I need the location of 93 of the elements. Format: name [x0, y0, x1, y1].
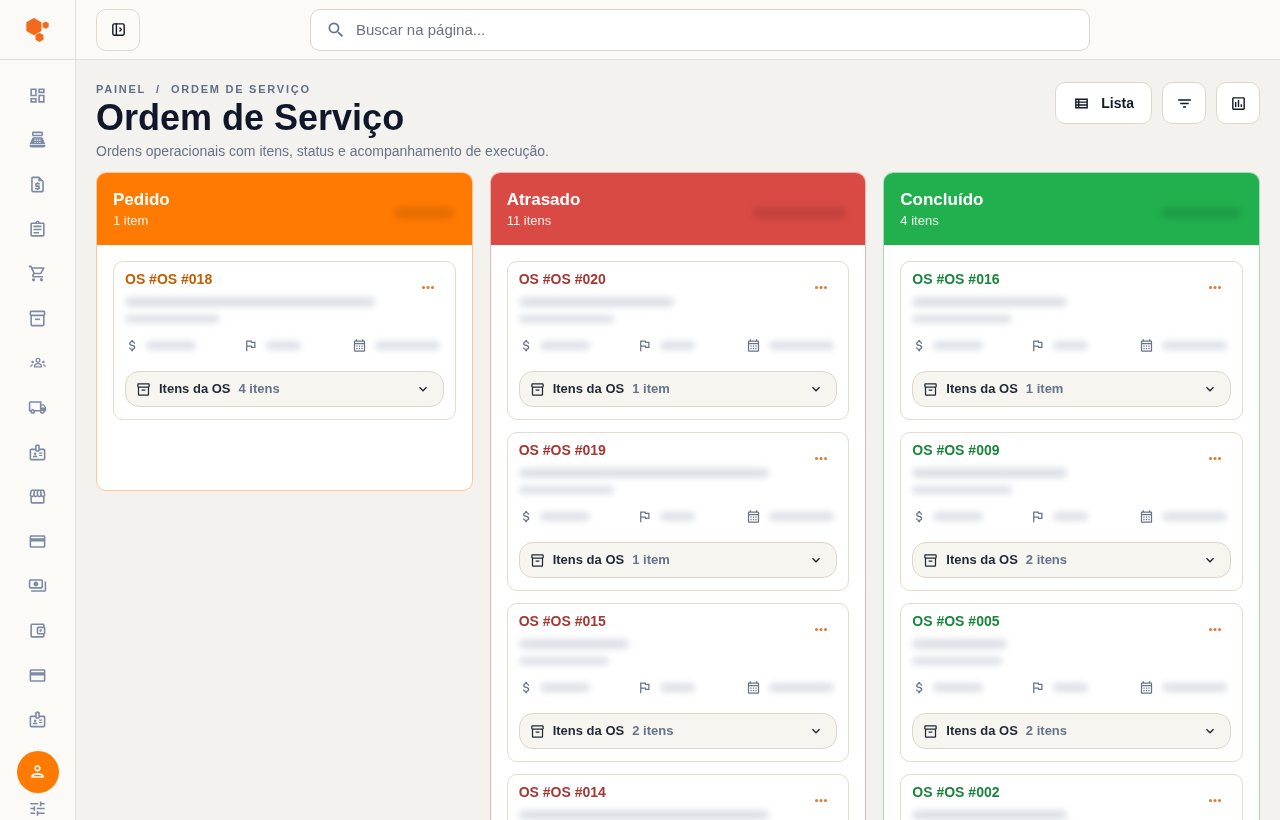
- blurred-text: [266, 340, 301, 350]
- order-number: OS #OS #019: [518, 441, 606, 460]
- order-number: OS #OS #015: [518, 612, 606, 631]
- more-icon: [815, 798, 828, 802]
- hexagon-logo-icon: [26, 17, 49, 42]
- bar-chart-icon: [1229, 94, 1247, 112]
- page-subtitle: Ordens operacionais com itens, status e acompanhamento de execução.: [96, 142, 549, 161]
- breadcrumb-link[interactable]: PAINEL: [96, 82, 147, 96]
- chart-button[interactable]: [1216, 82, 1260, 124]
- blurred-text: [659, 682, 695, 692]
- calendar-icon: [745, 337, 761, 353]
- more-icon: [815, 456, 828, 460]
- blurred-text: [659, 340, 695, 350]
- more-icon: [421, 285, 434, 289]
- dollar-document-icon: [28, 175, 47, 194]
- blurred-text: [375, 340, 440, 350]
- cash-register-icon: [28, 130, 47, 150]
- order-items-toggle[interactable]: Itens da OS 2 itens: [518, 713, 838, 749]
- dashboard-icon: [28, 85, 47, 105]
- search-field[interactable]: Buscar na página...: [310, 8, 1090, 51]
- order-number: OS #OS #005: [912, 612, 1000, 631]
- id-badge-icon: [28, 442, 47, 462]
- blurred-text: [146, 340, 196, 350]
- calendar-icon: [1139, 337, 1155, 353]
- archive-box-icon: [923, 723, 939, 739]
- calendar-icon: [1139, 508, 1155, 524]
- more-icon: [1209, 627, 1221, 631]
- blurred-text: [1162, 340, 1228, 350]
- column-count: 4 itens: [900, 211, 940, 230]
- blurred-text: [539, 511, 590, 521]
- id-badge-icon: [28, 710, 47, 730]
- calendar-icon: [745, 679, 761, 695]
- more-icon: [815, 627, 828, 631]
- archive-box-icon: [529, 381, 545, 397]
- calendar-icon: [745, 508, 761, 524]
- more-icon: [815, 285, 828, 289]
- order-items-toggle[interactable]: Itens da OS 4 itens: [125, 371, 444, 407]
- blurred-text: [933, 682, 984, 692]
- order-number: OS #OS #018: [125, 270, 213, 289]
- page-title: Ordem de Serviço: [96, 98, 406, 138]
- blurred-text: [768, 340, 834, 350]
- order-items-toggle[interactable]: Itens da OS 1 item: [912, 371, 1231, 407]
- blurred-text: [1053, 511, 1089, 521]
- storefront-icon: [28, 487, 47, 507]
- breadcrumb-link[interactable]: ORDEM DE SERVIÇO: [170, 82, 311, 96]
- sidebar-toggle-button[interactable]: [96, 8, 140, 51]
- wallet-icon: [28, 620, 47, 640]
- blurred-text: [1162, 682, 1228, 692]
- people-group-icon: [29, 357, 46, 369]
- archive-box-icon: [923, 552, 939, 568]
- sidebar-item[interactable]: [16, 750, 59, 793]
- archive-box-icon: [529, 552, 545, 568]
- archive-box-icon: [529, 723, 545, 739]
- order-number: OS #OS #014: [518, 783, 606, 802]
- more-icon: [1209, 456, 1221, 460]
- calendar-icon: [352, 337, 367, 353]
- blurred-text: [1053, 682, 1089, 692]
- blurred-text: [768, 682, 834, 692]
- order-number: OS #OS #009: [912, 441, 1000, 460]
- blurred-text: [768, 511, 834, 521]
- column-count: 11 itens: [506, 211, 553, 230]
- column-count: 1 item: [113, 211, 150, 230]
- order-items-toggle[interactable]: Itens da OS 1 item: [518, 371, 838, 407]
- column-title: Atrasado: [506, 188, 581, 211]
- blurred-text: [539, 340, 590, 350]
- order-number: OS #OS #016: [912, 270, 1000, 289]
- blurred-text: [1053, 340, 1089, 350]
- more-icon: [1209, 285, 1221, 289]
- archive-box-icon: [136, 381, 151, 397]
- column-title: Concluído: [900, 188, 984, 211]
- order-number: OS #OS #002: [912, 783, 1000, 802]
- calendar-icon: [1139, 679, 1155, 695]
- breadcrumb-separator: /: [156, 82, 161, 96]
- archive-box-icon: [28, 308, 47, 328]
- blurred-text: [539, 682, 590, 692]
- order-items-toggle[interactable]: Itens da OS 2 itens: [912, 713, 1231, 749]
- more-icon: [1209, 798, 1221, 802]
- order-number: OS #OS #020: [518, 270, 606, 289]
- blurred-text: [1162, 511, 1228, 521]
- archive-box-icon: [923, 381, 939, 397]
- blurred-text: [393, 207, 454, 219]
- cart-icon: [28, 264, 47, 284]
- panel-expand-icon: [109, 21, 127, 38]
- blurred-text: [933, 340, 984, 350]
- filter-button[interactable]: [1162, 82, 1206, 124]
- sliders-icon: [28, 798, 47, 818]
- blurred-text: [933, 511, 984, 521]
- order-items-toggle[interactable]: Itens da OS 2 itens: [912, 542, 1231, 578]
- column-title: Pedido: [113, 188, 170, 211]
- clipboard-icon: [28, 219, 47, 239]
- order-items-toggle[interactable]: Itens da OS 1 item: [518, 542, 838, 578]
- blurred-text: [659, 511, 695, 521]
- list-view-button[interactable]: Lista: [1055, 82, 1152, 124]
